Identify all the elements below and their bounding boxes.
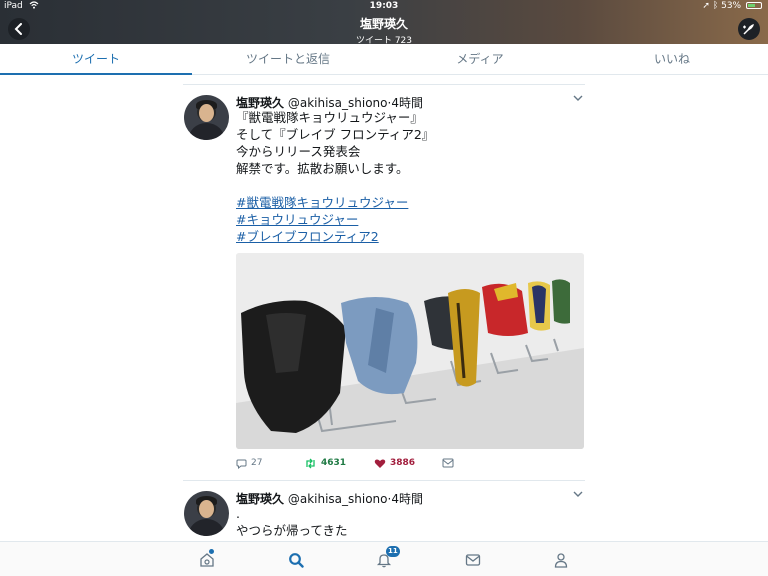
reply-icon — [236, 459, 247, 469]
person-icon — [554, 553, 568, 568]
avatar[interactable] — [184, 491, 229, 536]
tab-messages[interactable] — [463, 551, 483, 569]
envelope-icon — [465, 554, 481, 566]
profile-tabs: ツイート ツイートと返信 メディア いいね — [0, 44, 768, 75]
tweet-line: 解禁です。拡散お願いします。 — [236, 161, 409, 176]
chevron-down-icon[interactable] — [573, 491, 583, 498]
tweet-line: そして『ブレイブ フロンティア2』 — [236, 127, 435, 142]
chevron-down-icon[interactable] — [573, 95, 583, 102]
tweet-text: 『獣電戦隊キョウリュウジャー』 そして『ブレイブ フロンティア2』 今からリリー… — [236, 109, 585, 245]
tweet-actions: 27 4631 3886 — [236, 449, 585, 477]
retweet-count: 4631 — [321, 458, 347, 468]
battery-icon — [746, 2, 762, 9]
profile-name: 塩野瑛久 — [359, 17, 408, 31]
tweet-text: . やつらが帰ってきた — [236, 505, 585, 539]
tweet-author-name[interactable]: 塩野瑛久 — [236, 96, 284, 110]
like-button[interactable]: 3886 — [374, 458, 442, 469]
tab-tweets-and-replies[interactable]: ツイートと返信 — [192, 44, 384, 74]
status-time: 19:03 — [369, 1, 399, 11]
tweet-media-photo[interactable] — [236, 253, 584, 449]
tweet-feed: 塩野瑛久 @akihisa_shiono·4時間 『獣電戦隊キョウリュウジャー』… — [183, 84, 585, 539]
battery-percent: 53% — [721, 1, 742, 11]
photo-jackets-on-chairs — [236, 253, 584, 449]
tab-profile[interactable] — [551, 551, 571, 569]
tweet-meta: 塩野瑛久 @akihisa_shiono·4時間 — [236, 481, 585, 506]
tweet-meta: 塩野瑛久 @akihisa_shiono·4時間 — [236, 85, 585, 110]
tweet-card[interactable]: 塩野瑛久 @akihisa_shiono·4時間 . やつらが帰ってきた — [183, 481, 585, 539]
retweet-button[interactable]: 4631 — [304, 458, 374, 469]
hashtag-link[interactable]: #キョウリュウジャー — [236, 211, 585, 228]
profile-title: 塩野瑛久 ツイート 723 — [0, 15, 768, 46]
reply-button[interactable]: 27 — [236, 458, 304, 469]
avatar[interactable] — [184, 95, 229, 140]
tweet-time: ·4時間 — [387, 492, 423, 506]
status-bar: iPad 19:03 ➚ ᛒ 53% — [0, 0, 768, 14]
feather-icon — [743, 24, 754, 35]
reply-count: 27 — [251, 458, 263, 468]
tweet-line: . — [236, 506, 240, 521]
tab-home[interactable] — [197, 549, 217, 569]
home-icon — [200, 553, 214, 567]
retweet-icon — [306, 458, 315, 468]
tweet-author-handle[interactable]: @akihisa_shiono — [288, 492, 388, 506]
status-right: ➚ ᛒ 53% — [702, 1, 762, 11]
tweet-card[interactable]: 塩野瑛久 @akihisa_shiono·4時間 『獣電戦隊キョウリュウジャー』… — [183, 85, 585, 481]
envelope-icon — [442, 458, 454, 468]
tab-notifications[interactable]: 11 — [374, 546, 400, 569]
tweet-line: 『獣電戦隊キョウリュウジャー』 — [236, 110, 423, 125]
tab-likes[interactable]: いいね — [576, 44, 768, 74]
search-icon — [289, 553, 304, 568]
tweet-author-name[interactable]: 塩野瑛久 — [236, 492, 284, 506]
tweet-line: 今からリリース発表会 — [236, 144, 361, 159]
direct-message-share-button[interactable] — [442, 458, 454, 468]
bluetooth-icon: ᛒ — [712, 1, 719, 11]
hashtag-link[interactable]: #獣電戦隊キョウリュウジャー — [236, 194, 585, 211]
notification-badge: 11 — [386, 546, 400, 557]
tab-tweets[interactable]: ツイート — [0, 44, 192, 75]
hashtag-link[interactable]: #ブレイブフロンティア2 — [236, 228, 585, 245]
tweet-author-handle[interactable]: @akihisa_shiono — [288, 96, 388, 110]
profile-header: iPad 19:03 ➚ ᛒ 53% 塩野瑛久 ツイート 723 — [0, 0, 768, 46]
bottom-tab-bar: 11 — [0, 541, 768, 576]
location-icon: ➚ — [702, 1, 710, 11]
tweet-line: やつらが帰ってきた — [236, 523, 348, 538]
tab-media[interactable]: メディア — [384, 44, 576, 74]
like-count: 3886 — [390, 458, 416, 468]
compose-tweet-button[interactable] — [738, 18, 760, 40]
tweet-time: ·4時間 — [387, 96, 423, 110]
heart-icon — [374, 458, 386, 468]
new-tweets-dot — [209, 549, 214, 554]
tab-search[interactable] — [286, 551, 306, 569]
